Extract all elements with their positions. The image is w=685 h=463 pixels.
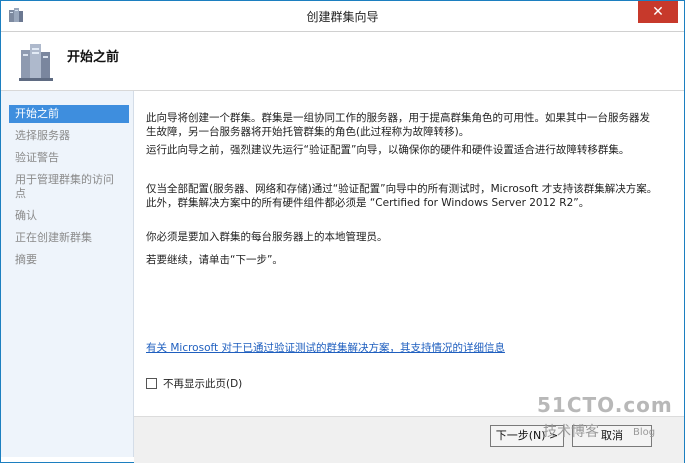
dont-show-again-label[interactable]: 不再显示此页(D) bbox=[163, 376, 242, 391]
wizard-step-sidebar: 开始之前 选择服务器 验证警告 用于管理群集的访问点 确认 正在创建新群集 摘要 bbox=[1, 91, 134, 457]
sidebar-item-confirmation[interactable]: 确认 bbox=[9, 207, 129, 225]
content-pane: 此向导将创建一个群集。群集是一组协同工作的服务器，用于提高群集角色的可用性。如果… bbox=[134, 91, 684, 416]
dont-show-again-row[interactable]: 不再显示此页(D) bbox=[146, 376, 242, 391]
sidebar-item-before-you-begin[interactable]: 开始之前 bbox=[9, 105, 129, 123]
site-watermark: 51CTO.com 技术博客 Blog bbox=[537, 393, 677, 447]
watermark-brand: 51CTO.com bbox=[537, 393, 673, 417]
watermark-blog: Blog bbox=[633, 427, 656, 438]
window-title: 创建群集向导 bbox=[306, 10, 379, 24]
support-info-link[interactable]: 有关 Microsoft 对于已通过验证测试的群集解决方案，其支持情况的详细信息 bbox=[146, 340, 505, 355]
server-cluster-icon bbox=[19, 44, 53, 81]
intro-paragraph: 此向导将创建一个群集。群集是一组协同工作的服务器，用于提高群集角色的可用性。如果… bbox=[146, 112, 650, 138]
sidebar-item-summary[interactable]: 摘要 bbox=[9, 251, 129, 269]
page-header: 开始之前 bbox=[1, 32, 684, 91]
title-bar[interactable]: 创建群集向导 ✕ bbox=[1, 1, 684, 32]
admin-paragraph: 你必须是要加入群集的每台服务器上的本地管理员。 bbox=[146, 231, 388, 243]
close-icon: ✕ bbox=[652, 4, 664, 20]
dont-show-again-checkbox[interactable] bbox=[146, 378, 157, 389]
support-paragraph: 仅当全部配置(服务器、网络和存储)通过“验证配置”向导中的所有测试时，Micro… bbox=[146, 183, 658, 209]
sidebar-item-validation-warning[interactable]: 验证警告 bbox=[9, 149, 129, 167]
watermark-subtitle: 技术博客 bbox=[543, 424, 599, 440]
close-button[interactable]: ✕ bbox=[638, 1, 678, 23]
sidebar-item-select-servers[interactable]: 选择服务器 bbox=[9, 127, 129, 145]
sidebar-item-creating-cluster[interactable]: 正在创建新群集 bbox=[9, 229, 129, 247]
sidebar-item-access-point[interactable]: 用于管理群集的访问点 bbox=[9, 171, 129, 203]
page-title: 开始之前 bbox=[67, 50, 120, 65]
continue-paragraph: 若要继续，请单击“下一步”。 bbox=[146, 254, 283, 266]
wizard-window: 创建群集向导 ✕ 开始之前 开始之前 选择服务器 验证警告 用于管理群集的访问点… bbox=[0, 0, 685, 463]
validation-paragraph: 运行此向导之前，强烈建议先运行“验证配置”向导，以确保你的硬件和硬件设置适合进行… bbox=[146, 144, 630, 156]
